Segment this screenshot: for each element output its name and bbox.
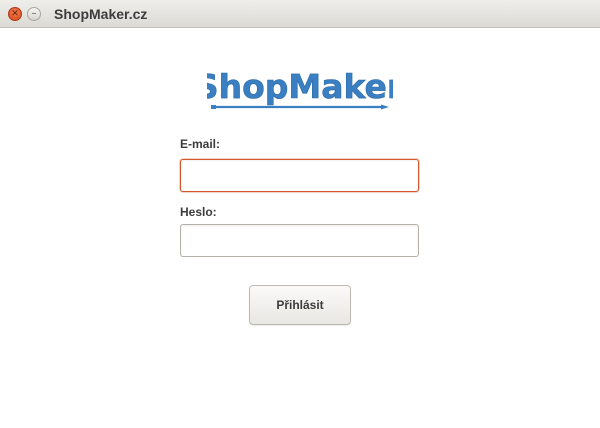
close-window-button[interactable]: ✕ bbox=[8, 7, 22, 21]
email-label: E-mail: bbox=[180, 137, 221, 151]
minimize-icon: – bbox=[31, 8, 37, 19]
close-icon: ✕ bbox=[11, 8, 19, 19]
window-title: ShopMaker.cz bbox=[54, 6, 148, 22]
password-field[interactable] bbox=[180, 224, 419, 257]
minimize-window-button[interactable]: – bbox=[27, 7, 41, 21]
email-field[interactable] bbox=[180, 159, 419, 192]
shopmaker-logo: ShopMaker bbox=[207, 67, 393, 110]
login-button[interactable]: Přihlásit bbox=[249, 285, 351, 325]
logo-text: ShopMaker bbox=[207, 67, 393, 106]
app-window: ✕ – ShopMaker.cz ShopMaker E-mail: Heslo… bbox=[0, 0, 600, 428]
password-label: Heslo: bbox=[180, 205, 217, 219]
title-bar: ✕ – ShopMaker.cz bbox=[0, 0, 600, 28]
